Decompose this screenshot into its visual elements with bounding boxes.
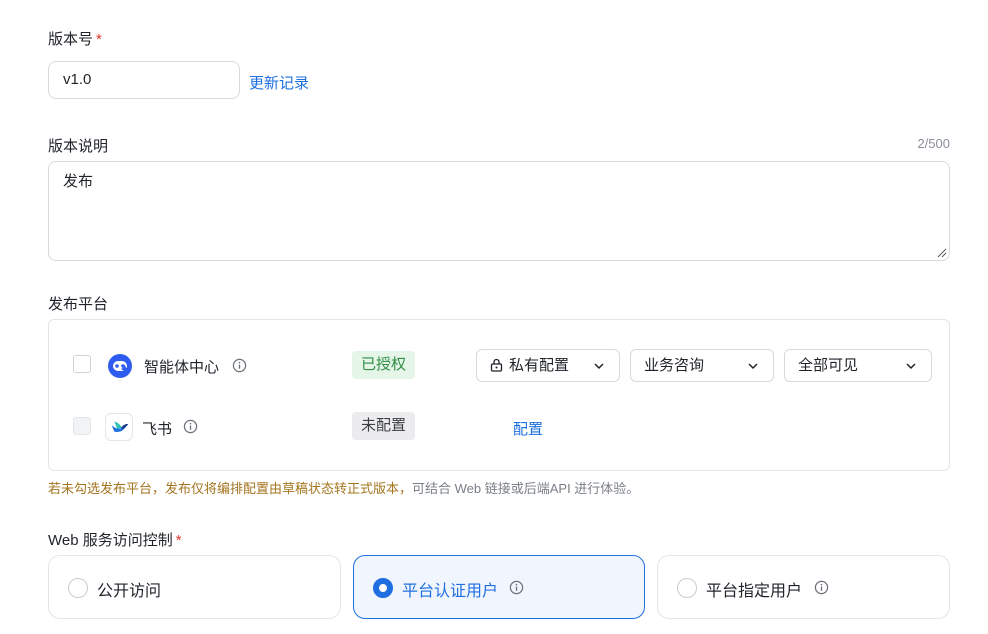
info-icon[interactable]: [509, 580, 524, 595]
scope-select[interactable]: 全部可见: [784, 349, 932, 382]
radio-button-selected[interactable]: [373, 578, 393, 598]
configure-link[interactable]: 配置: [513, 418, 543, 439]
feishu-icon: [105, 413, 133, 441]
robot-icon: [108, 354, 132, 378]
info-icon[interactable]: [232, 358, 247, 373]
radio-button[interactable]: [677, 578, 697, 598]
description-text: 发布: [63, 173, 94, 190]
platform-checkbox-feishu[interactable]: [73, 417, 91, 435]
chevron-down-icon: [906, 363, 916, 370]
visibility-select[interactable]: 私有配置: [476, 349, 620, 382]
platform-warning-text: 若未勾选发布平台，发布仅将编排配置由草稿状态转正式版本，可结合 Web 链接或后…: [48, 481, 640, 496]
platform-name: 智能体中心: [144, 359, 220, 376]
info-icon[interactable]: [814, 580, 829, 595]
radio-button[interactable]: [68, 578, 88, 598]
scope-select-value: 全部可见: [798, 357, 859, 374]
platform-name: 飞书: [142, 421, 173, 438]
resize-handle-icon[interactable]: [937, 248, 947, 258]
info-icon[interactable]: [183, 419, 198, 434]
status-badge-authorized: 已授权: [352, 351, 416, 379]
required-mark: *: [175, 532, 182, 549]
visibility-select-value: 私有配置: [509, 357, 570, 374]
radio-label: 公开访问: [97, 583, 162, 600]
version-input[interactable]: v1.0: [48, 61, 240, 99]
chevron-down-icon: [594, 363, 604, 370]
description-label: 版本说明: [48, 138, 109, 155]
radio-option-platform-auth[interactable]: 平台认证用户: [353, 555, 645, 619]
char-counter: 2/500: [917, 136, 950, 151]
radio-option-public[interactable]: 公开访问: [48, 555, 341, 619]
status-badge-unconfigured: 未配置: [352, 412, 416, 440]
category-select-value: 业务咨询: [644, 357, 705, 374]
description-textarea[interactable]: 发布: [48, 161, 950, 261]
update-history-link[interactable]: 更新记录: [249, 72, 309, 93]
platforms-label: 发布平台: [48, 296, 109, 313]
platform-list: 智能体中心 已授权 私有配置 业务咨询 全部可见 飞书 未配置 配置: [48, 319, 950, 471]
radio-label: 平台指定用户: [706, 583, 803, 600]
web-access-label: Web 服务访问控制 *: [48, 532, 182, 549]
version-label: 版本号 *: [48, 31, 102, 48]
radio-label: 平台认证用户: [402, 583, 499, 600]
required-mark: *: [96, 31, 102, 48]
chevron-down-icon: [748, 363, 758, 370]
radio-option-specified-users[interactable]: 平台指定用户: [657, 555, 950, 619]
platform-checkbox-agent-center[interactable]: [73, 355, 91, 373]
lock-icon: [490, 358, 503, 372]
category-select[interactable]: 业务咨询: [630, 349, 774, 382]
